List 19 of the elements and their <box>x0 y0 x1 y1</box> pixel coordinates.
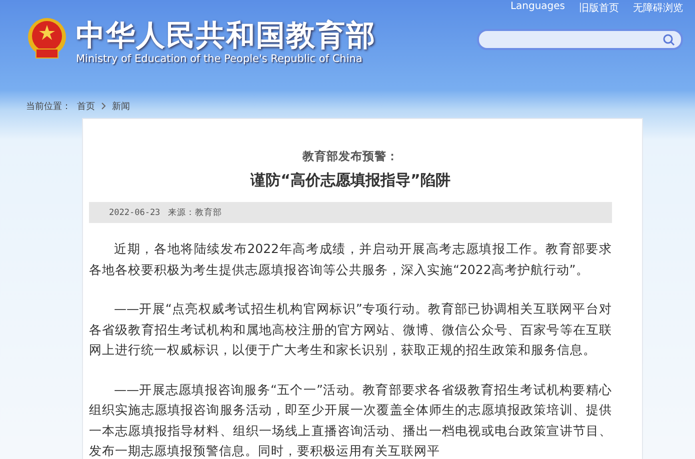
site-subtitle: Ministry of Education of the People's Republic of China <box>76 53 364 65</box>
article-paragraph: ——开展志愿填报咨询服务“五个一”活动。教育部要求各省级教育招生考试机构要精心组织实施志愿填报咨询服务活动，即至少开展一次覆盖全体师生的志愿填报政策培训、提供一本志愿填报指导材料、组织一场线上直播咨询活动、播出一档电视或电台政策宣讲节目、发布一期志愿填报预警信息。同时，要积极运用有关互联网平 <box>89 380 612 459</box>
breadcrumb-link[interactable]: 首页 <box>77 100 95 112</box>
article-date: 2022-06-23 <box>109 208 160 218</box>
breadcrumb-label: 当前位置： <box>26 100 71 112</box>
national-emblem-icon <box>26 17 68 61</box>
search-icon[interactable] <box>663 34 675 46</box>
top-link[interactable]: Languages <box>510 1 565 15</box>
top-link[interactable]: 旧版首页 <box>579 1 619 15</box>
top-link[interactable]: 无障碍浏览 <box>633 1 683 15</box>
article-kicker: 教育部发布预警： <box>301 149 400 164</box>
article-source: 来源：教育部 <box>168 206 222 218</box>
breadcrumb-link[interactable]: 新闻 <box>112 100 130 112</box>
search-field[interactable] <box>477 29 683 50</box>
article-paragraph: ——开展“点亮权威考试招生机构官网标识”专项行动。教育部已协调相关互联网平台对各省级教育招生考试机构和属地高校注册的官方网站、微博、微信公众号、百家号等在互联网上进行统一权威标识，以便于广大考生和家长识别，获取正规的招生政策和服务信息。 <box>89 300 612 359</box>
article-paragraph: 近期，各地将陆续发布2022年高考成绩，并启动开展高考志愿填报工作。教育部要求各地各校要积极为考生提供志愿填报咨询等公共服务，深入实施“2022高考护航行动”。 <box>89 240 612 278</box>
site-title: 中华人民共和国教育部 <box>76 17 376 53</box>
article-title: 谨防“高价志愿填报指导”陷阱 <box>249 171 452 190</box>
chevron-right-icon <box>101 102 106 110</box>
